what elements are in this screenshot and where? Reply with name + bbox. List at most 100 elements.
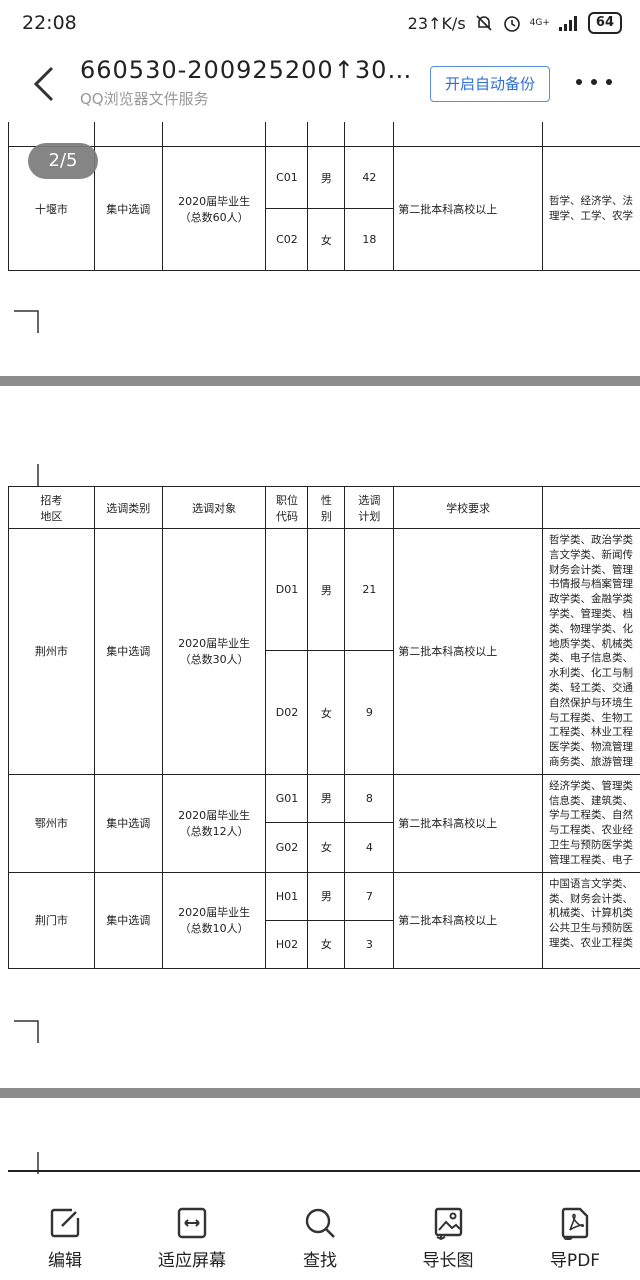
fit-screen-icon xyxy=(177,1207,207,1239)
target-line2: （总数30人） xyxy=(179,653,249,667)
target-line2: （总数12人） xyxy=(179,825,249,839)
code-cell: G02 xyxy=(265,821,309,873)
alarm-icon xyxy=(503,16,520,32)
count-cell: 8 xyxy=(344,773,395,823)
bottom-toolbar: 编辑 适应屏幕 查找 导长图 导PDF xyxy=(0,1198,640,1280)
type-cell: 集中选调 xyxy=(93,146,163,271)
region-cell: 鄂州市 xyxy=(8,773,95,873)
corner-mark xyxy=(14,310,39,333)
gender-cell: 男 xyxy=(307,871,346,921)
majors-line: 水利类、化工与制 xyxy=(548,667,633,680)
page-separator xyxy=(0,1088,640,1098)
majors-line: 信息类、建筑类、 xyxy=(548,794,633,807)
fit-screen-label: 适应屏幕 xyxy=(158,1251,226,1271)
file-source: QQ浏览器文件服务 xyxy=(80,90,209,108)
majors-line: 类、轻工类、交通 xyxy=(548,681,633,694)
target-line2: （总数60人） xyxy=(179,210,249,224)
majors-line: 与工程类、生物工 xyxy=(548,711,633,724)
code-cell: G01 xyxy=(265,773,309,823)
header-target: 选调对象 xyxy=(161,486,267,529)
target-line1: 2020届毕业生 xyxy=(178,194,251,208)
school-cell: 第二批本科高校以上 xyxy=(393,528,543,775)
fit-screen-button[interactable]: 适应屏幕 xyxy=(137,1206,247,1271)
page3-table-top-edge xyxy=(8,1170,640,1172)
target-line2: （总数10人） xyxy=(179,922,249,936)
majors-cell: 中国语言文学类、 类、财务会计类、 机械类、计算机类 公共卫生与预防医 理类、农… xyxy=(541,871,640,969)
majors-line: 地质学类、机械类 xyxy=(548,637,633,650)
majors-line: 类、物理学类、化 xyxy=(548,622,633,635)
count-cell: 9 xyxy=(344,650,395,775)
document-viewer[interactable]: 十堰市 集中选调 2020届毕业生 （总数60人） C01 男 42 第二批本科… xyxy=(0,122,640,1230)
table-row: 荆门市 集中选调 2020届毕业生 （总数10人） H01 男 7 第二批本科高… xyxy=(8,871,640,969)
gender-cell: 女 xyxy=(307,919,346,969)
count-cell: 18 xyxy=(344,208,395,271)
status-bar: 22:08 23↑K/s 4G+ 64 xyxy=(0,0,640,46)
header-text: 招考 xyxy=(40,493,63,507)
header-text: 代码 xyxy=(275,509,298,523)
status-time: 22:08 xyxy=(22,12,77,34)
network-type: 4G+ xyxy=(529,18,550,28)
code-cell: H02 xyxy=(265,919,309,969)
school-cell: 第二批本科高校以上 xyxy=(393,773,543,873)
majors-cell: 经济学类、管理类 信息类、建筑类、 学与工程类、自然 与工程类、农业经 卫生与预… xyxy=(541,773,640,873)
page2-table: 招考 地区 选调类别 选调对象 职位 代码 性 别 选调 计划 学校要求 荆州市… xyxy=(8,486,640,969)
majors-line: 工程类、林业工程 xyxy=(548,726,633,739)
gender-cell: 男 xyxy=(307,146,346,209)
count-cell: 42 xyxy=(344,146,395,209)
majors-line: 学类、管理类、档 xyxy=(548,607,633,620)
target-line1: 2020届毕业生 xyxy=(178,809,251,823)
majors-line: 财务会计类、管理 xyxy=(548,563,633,576)
gender-cell: 女 xyxy=(307,650,346,775)
edit-button[interactable]: 编辑 xyxy=(10,1206,120,1271)
header-text: 职位 xyxy=(275,493,298,507)
majors-line: 言文学类、新闻传 xyxy=(548,548,633,561)
majors-cell: 哲学、经济学、法 理学、工学、农学 xyxy=(541,146,640,271)
back-arrow-icon[interactable] xyxy=(30,64,60,104)
find-button[interactable]: 查找 xyxy=(265,1206,375,1271)
table-row: 荆州市 集中选调 2020届毕业生 （总数30人） D01 男 21 第二批本科… xyxy=(8,527,640,775)
gender-cell: 男 xyxy=(307,773,346,823)
header-code: 职位 代码 xyxy=(265,486,309,529)
majors-cell: 哲学类、政治学类 言文学类、新闻传 财务会计类、管理 书情报与档案管理 政学类、… xyxy=(541,528,640,775)
export-pdf-button[interactable]: 导PDF xyxy=(520,1206,630,1271)
export-long-image-button[interactable]: 导长图 xyxy=(393,1206,503,1271)
count-cell: 3 xyxy=(344,919,395,969)
majors-line: 管理工程类、电子 xyxy=(548,853,633,866)
code-cell: H01 xyxy=(265,871,309,921)
table-row xyxy=(8,122,640,147)
more-options-icon[interactable] xyxy=(574,72,614,92)
header-text: 性 xyxy=(320,493,332,507)
school-cell: 第二批本科高校以上 xyxy=(393,146,543,271)
majors-line: 类、财务会计类、 xyxy=(548,892,633,905)
file-title: 660530-200925200↑30… xyxy=(80,56,413,84)
target-line1: 2020届毕业生 xyxy=(178,906,251,920)
count-cell: 4 xyxy=(344,821,395,873)
page-indicator: 2/5 xyxy=(28,143,98,179)
auto-backup-button[interactable]: 开启自动备份 xyxy=(430,66,550,102)
majors-line: 类、电子信息类、 xyxy=(548,652,633,665)
long-image-label: 导长图 xyxy=(422,1251,474,1271)
gender-cell: 男 xyxy=(307,527,346,652)
find-label: 查找 xyxy=(303,1251,337,1271)
header-region: 招考 地区 xyxy=(8,486,95,529)
majors-line: 自然保护与环境生 xyxy=(548,696,633,709)
majors-line: 卫生与预防医学类 xyxy=(548,838,633,851)
target-cell: 2020届毕业生 （总数10人） xyxy=(161,871,267,969)
code-cell: C02 xyxy=(265,208,309,271)
majors-line: 医学类、物流管理 xyxy=(548,741,633,754)
majors-line: 哲学、经济学、法 xyxy=(548,194,633,207)
code-cell: D01 xyxy=(265,527,309,652)
corner-mark xyxy=(14,1020,39,1043)
network-speed: 23↑K/s xyxy=(407,13,466,33)
majors-line: 机械类、计算机类 xyxy=(548,907,633,920)
count-cell: 21 xyxy=(344,527,395,652)
majors-line: 哲学类、政治学类 xyxy=(548,534,633,546)
type-cell: 集中选调 xyxy=(93,528,163,775)
majors-line: 书情报与档案管理 xyxy=(548,578,633,591)
target-line1: 2020届毕业生 xyxy=(178,637,251,651)
region-cell: 荆门市 xyxy=(8,871,95,969)
majors-line: 经济学类、管理类 xyxy=(548,779,633,792)
code-cell: C01 xyxy=(265,146,309,209)
target-cell: 2020届毕业生 （总数60人） xyxy=(161,146,267,271)
majors-line: 理类、农业工程类 xyxy=(548,936,633,949)
